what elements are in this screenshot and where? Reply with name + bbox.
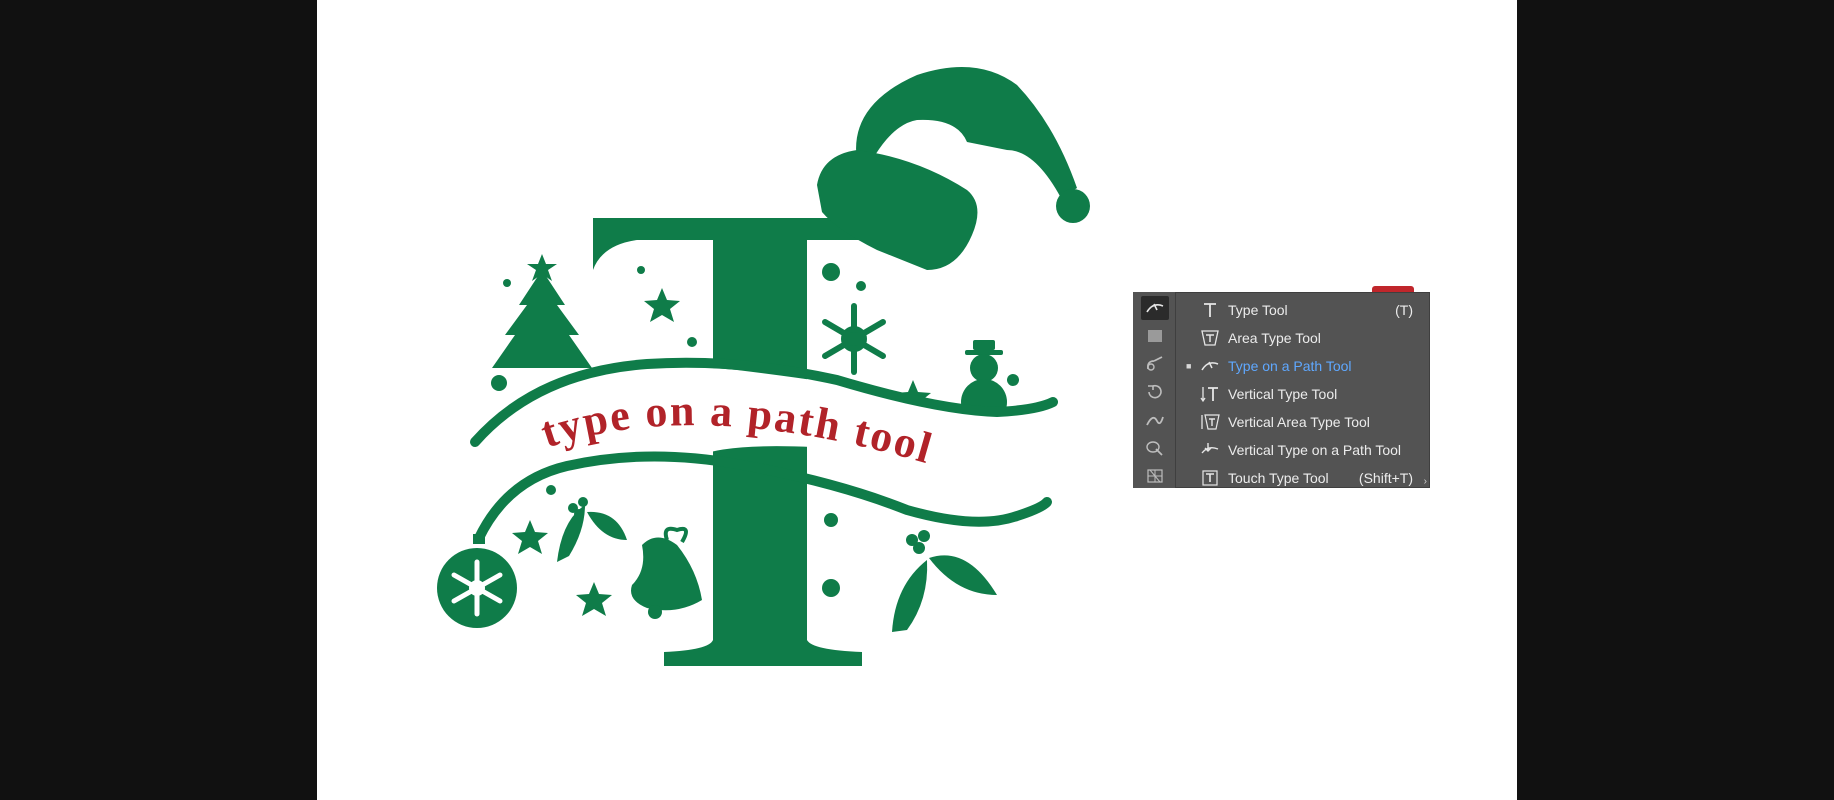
star-shape — [576, 582, 612, 616]
menu-item-type-on-path-tool[interactable]: ■ Type on a Path Tool — [1176, 352, 1431, 380]
menu-item-label: Touch Type Tool — [1228, 470, 1329, 486]
santa-hat-pompom — [1056, 189, 1090, 223]
type-on-path-tool-icon[interactable] — [1141, 296, 1169, 320]
monogram-graphics — [437, 67, 1090, 666]
rotate-tool-icon[interactable] — [1141, 380, 1169, 404]
type-on-path-tool-icon — [1198, 355, 1222, 377]
menu-item-shortcut: (T) — [1395, 302, 1413, 318]
holly-icon — [557, 497, 627, 562]
menu-item-label: Vertical Type on a Path Tool — [1228, 442, 1402, 458]
type-tool-icon — [1198, 299, 1222, 321]
rectangle-tool-icon[interactable] — [1141, 324, 1169, 348]
menu-item-shortcut: (Shift+T) — [1358, 470, 1413, 486]
area-type-tool-icon — [1198, 327, 1222, 349]
menu-item-label: Type Tool — [1228, 302, 1288, 318]
menu-item-vertical-type-on-path-tool[interactable]: Vertical Type on a Path Tool — [1176, 436, 1431, 464]
shape-builder-tool-icon[interactable] — [1141, 436, 1169, 460]
ornament-ball-small — [491, 375, 507, 391]
vertical-type-on-path-tool-icon — [1198, 439, 1222, 461]
ornament-ball-icon — [437, 534, 517, 628]
paintbrush-tool-icon[interactable] — [1141, 352, 1169, 376]
snow-dot — [503, 279, 511, 287]
menu-item-type-tool[interactable]: Type Tool (T) — [1176, 296, 1431, 324]
vertical-area-type-tool-icon — [1198, 411, 1222, 433]
menu-item-label: Type on a Path Tool — [1228, 358, 1352, 374]
tools-panel — [1133, 292, 1176, 488]
perspective-grid-tool-icon[interactable] — [1141, 464, 1169, 488]
snowflake-icon — [822, 303, 886, 375]
type-tools-flyout: Type Tool (T) Area Type Tool ■ Type on a… — [1175, 292, 1430, 488]
selected-indicator: ■ — [1186, 361, 1192, 371]
bell-icon — [631, 526, 702, 619]
menu-item-vertical-type-tool[interactable]: Vertical Type Tool › — [1176, 380, 1431, 487]
menu-item-touch-type-tool[interactable]: Touch Type Tool (Shift+T) — [1176, 464, 1431, 492]
santa-hat-band — [817, 150, 978, 270]
menu-item-label: Vertical Type Tool — [1228, 386, 1338, 402]
width-tool-icon[interactable] — [1141, 408, 1169, 432]
menu-item-vertical-area-type-tool[interactable]: Vertical Area Type Tool — [1176, 408, 1431, 436]
star-shape — [512, 520, 548, 554]
touch-type-tool-icon — [1198, 467, 1222, 489]
star-shape — [644, 288, 680, 322]
menu-item-label: Area Type Tool — [1228, 330, 1321, 346]
menu-item-label: Vertical Area Type Tool — [1228, 414, 1370, 430]
holly-icon — [892, 530, 997, 632]
vertical-type-tool-icon — [1198, 383, 1222, 405]
menu-item-area-type-tool[interactable]: Area Type Tool — [1176, 324, 1431, 352]
